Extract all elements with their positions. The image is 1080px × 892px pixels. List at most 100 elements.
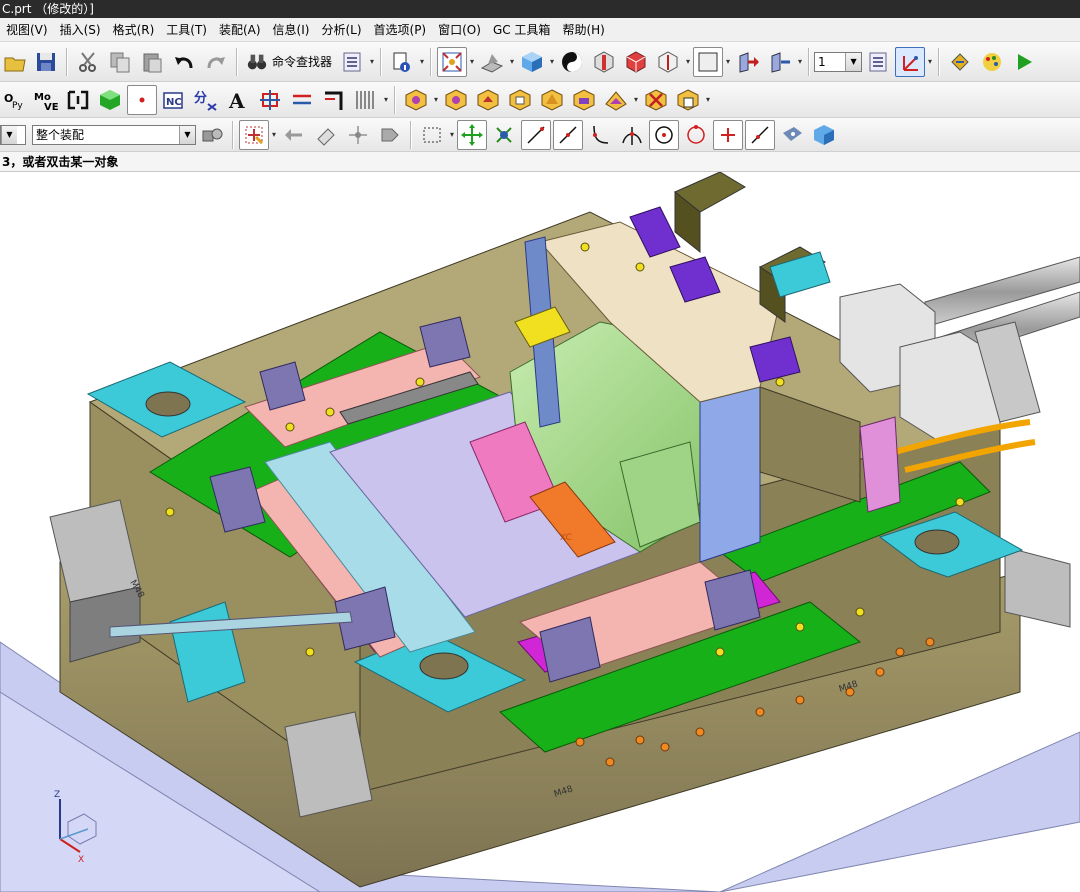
mold-tool-7-icon[interactable] [601,85,631,115]
chevron-down-icon[interactable]: ▼ [845,52,862,71]
dropdown-arrow-icon[interactable]: ▾ [724,57,732,66]
mold-tool-6-icon[interactable] [569,85,599,115]
corner-icon[interactable] [319,85,349,115]
command-finder-button[interactable]: 命令查找器 [242,47,336,77]
chevron-down-icon[interactable]: ▼ [179,125,195,144]
mold-tool-5-icon[interactable] [537,85,567,115]
info-icon[interactable] [387,47,417,77]
dropdown-arrow-icon[interactable]: ▾ [704,95,712,104]
menu-help[interactable]: 帮助(H) [556,19,610,41]
slide-frame[interactable] [699,386,761,563]
move-text-icon[interactable]: Mo VE [31,85,61,115]
yin-yang-icon[interactable] [557,47,587,77]
copy-icon[interactable] [105,47,135,77]
mold-assembly-model[interactable]: M48 M48 M48 XC [0,172,1080,892]
menu-format[interactable]: 格式(R) [107,19,161,41]
curve-snap-icon[interactable] [585,120,615,150]
assembly-filter-select[interactable]: 整个装配 ▼ [32,124,196,145]
hatch-icon[interactable] [351,85,381,115]
blue-cube-icon[interactable] [809,120,839,150]
menu-preferences[interactable]: 首选项(P) [368,19,433,41]
dropdown-arrow-icon[interactable]: ▾ [632,95,640,104]
redo-icon[interactable] [201,47,231,77]
split-icon[interactable]: 分 [191,85,221,115]
point-icon[interactable] [127,84,157,115]
mold-tool-2-icon[interactable] [441,85,471,115]
mold-tool-1-icon[interactable] [401,85,431,115]
select-all-icon[interactable] [457,119,487,150]
color-palette-icon[interactable] [977,47,1007,77]
dropdown-arrow-icon[interactable]: ▾ [368,57,376,66]
red-cube-icon[interactable] [621,47,651,77]
drag-handle-icon[interactable] [375,120,405,150]
view-triad[interactable]: Z X [40,784,110,864]
back-arrow-icon[interactable] [279,120,309,150]
equal-lines-icon[interactable] [287,85,317,115]
type-filter-select[interactable]: ▼ [0,124,26,145]
wire-cube-icon[interactable] [653,47,683,77]
arc-center-snap-icon[interactable] [649,119,679,150]
list-icon[interactable] [337,47,367,77]
quadrant-snap-icon[interactable] [681,120,711,150]
dropdown-arrow-icon[interactable]: ▾ [448,130,456,139]
dropdown-arrow-icon[interactable]: ▾ [382,95,390,104]
open-icon[interactable] [1,47,29,77]
section-cube-icon[interactable] [589,47,619,77]
wcs-icon[interactable] [895,46,926,77]
menu-view[interactable]: 视图(V) [0,19,54,41]
dropdown-arrow-icon[interactable]: ▾ [508,57,516,66]
save-icon[interactable] [31,47,61,77]
play-icon[interactable] [1009,47,1039,77]
intersection-snap-icon[interactable] [617,120,647,150]
eraser-icon[interactable] [311,120,341,150]
text-icon[interactable]: A [223,85,253,115]
undo-icon[interactable] [169,47,199,77]
chevron-down-icon[interactable]: ▼ [1,125,17,144]
menu-assemblies[interactable]: 装配(A) [213,19,267,41]
menu-analysis[interactable]: 分析(L) [315,19,367,41]
mold-tool-4-icon[interactable] [505,85,535,115]
dropdown-arrow-icon[interactable]: ▾ [432,95,440,104]
point-on-face-snap-icon[interactable] [777,120,807,150]
green-block-icon[interactable] [95,85,125,115]
mold-tool-8-icon[interactable] [673,85,703,115]
dropdown-arrow-icon[interactable]: ▾ [548,57,556,66]
mold-tool-3-icon[interactable] [473,85,503,115]
move-component-icon[interactable] [733,47,763,77]
select-box-icon[interactable] [417,120,447,150]
dropdown-arrow-icon[interactable]: ▾ [684,57,692,66]
dropdown-arrow-icon[interactable]: ▾ [468,57,476,66]
nc-icon[interactable]: NC [159,85,189,115]
layer-settings-icon[interactable] [863,47,893,77]
orient-icon[interactable] [489,120,519,150]
background-color-icon[interactable] [693,46,724,77]
dropdown-arrow-icon[interactable]: ▾ [418,57,426,66]
midpoint-snap-icon[interactable] [553,119,583,150]
menu-gc-toolkit[interactable]: GC 工具箱 [487,19,557,41]
line-snap-icon[interactable] [521,119,551,150]
menu-information[interactable]: 信息(I) [267,19,316,41]
dropdown-arrow-icon[interactable]: ▾ [926,57,934,66]
graphics-viewport[interactable]: M48 M48 M48 XC Z X [0,172,1080,892]
menu-tools[interactable]: 工具(T) [160,19,213,41]
point-move-icon[interactable] [343,120,373,150]
existing-point-snap-icon[interactable] [713,119,743,150]
measure-icon[interactable] [945,47,975,77]
mirror-icon[interactable] [765,47,795,77]
snap-grid-icon[interactable] [239,119,269,150]
menu-window[interactable]: 窗口(O) [432,19,487,41]
dropdown-arrow-icon[interactable]: ▾ [270,130,278,139]
menu-insert[interactable]: 插入(S) [54,19,107,41]
crosshair-icon[interactable] [255,85,285,115]
mold-delete-icon[interactable] [641,85,671,115]
work-layer-select[interactable]: 1 ▼ [814,51,863,72]
point-on-curve-snap-icon[interactable] [745,119,775,150]
component-filter-icon[interactable] [197,120,227,150]
fit-view-icon[interactable] [437,46,468,77]
paste-icon[interactable] [137,47,167,77]
render-style-icon[interactable] [477,47,507,77]
dropdown-arrow-icon[interactable]: ▾ [796,57,804,66]
bracket-icon[interactable] [63,85,93,115]
shaded-cube-icon[interactable] [517,47,547,77]
copy-position-icon[interactable]: O Py [1,85,29,115]
